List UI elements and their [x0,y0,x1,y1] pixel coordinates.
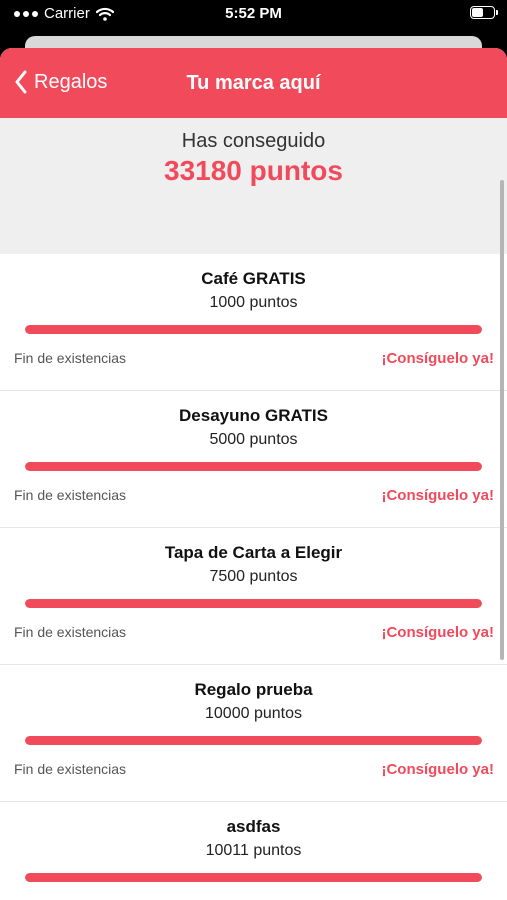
reward-item[interactable]: Regalo prueba 10000 puntos Fin de existenc… [0,665,507,802]
points-value: 33180 puntos [164,155,343,186]
stock-status: Fin de existencias [14,487,127,503]
claim-link[interactable]: ¡Consíguelo ya! [381,624,494,641]
reward-points: 10000 puntos [205,705,302,722]
progress-fill [25,736,482,745]
reward-name: Tapa de Carta a Elegir [164,543,343,562]
claim-link[interactable]: ¡Consíguelo ya! [381,487,494,504]
progress-fill [25,599,482,608]
battery-icon [470,6,498,19]
claim-link[interactable]: ¡Consíguelo ya! [381,761,494,778]
reward-points: 5000 puntos [209,431,298,448]
reward-name: Desayuno GRATIS [179,406,328,425]
status-time: 5:52 PM [225,5,282,22]
nav-title: Tu marca aquí [186,72,321,94]
reward-points: 1000 puntos [209,294,298,311]
navigation-bar: Regalos Tu marca aquí [0,48,507,118]
rewards-list: Café GRATIS 1000 puntos Fin de existencias… [0,254,507,900]
progress-fill [25,873,482,882]
rewards-screen: Regalos Tu marca aquí Has conseguido 331… [0,48,507,900]
progress-bar [25,325,482,334]
status-bar: Carrier 5:52 PM [0,0,507,30]
reward-name: Regalo prueba [194,680,313,699]
reward-item[interactable]: Tapa de Carta a Elegir 7500 puntos Fin de … [0,528,507,665]
progress-bar [25,599,482,608]
progress-fill [25,325,482,334]
reward-item[interactable]: Desayuno GRATIS 5000 puntos Fin de existen… [0,391,507,528]
stock-status: Fin de existencias [14,624,127,640]
battery-level [472,8,484,17]
progress-fill [25,462,482,471]
reward-name: asdfas [226,817,281,836]
scrollbar[interactable] [500,180,504,660]
points-caption: Has conseguido [181,130,326,152]
claim-link[interactable]: ¡Consíguelo ya! [381,350,494,367]
progress-bar [25,736,482,745]
progress-bar [25,462,482,471]
progress-bar [25,873,482,882]
reward-item[interactable]: Café GRATIS 1000 puntos Fin de existencias… [0,254,507,391]
reward-item[interactable]: asdfas 10011 puntos [0,802,507,900]
reward-points: 7500 puntos [209,568,298,585]
points-summary: Has conseguido 33180 puntos [0,118,507,254]
reward-points: 10011 puntos [205,842,302,859]
reward-name: Café GRATIS [201,269,306,288]
stock-status: Fin de existencias [14,761,127,777]
stock-status: Fin de existencias [14,350,127,366]
